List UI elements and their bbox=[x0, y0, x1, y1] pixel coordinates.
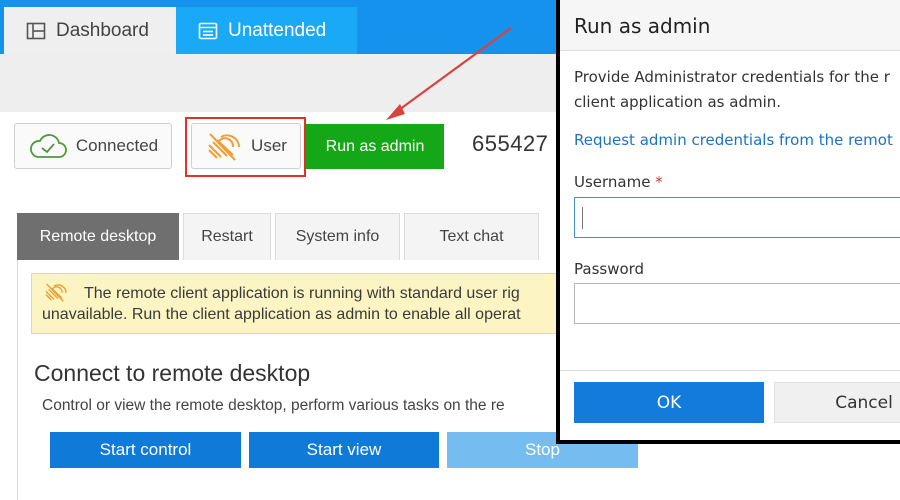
dashboard-icon bbox=[26, 22, 46, 39]
text-caret bbox=[582, 207, 583, 229]
nav-tab-label: Dashboard bbox=[56, 19, 149, 41]
password-label: Password bbox=[574, 260, 645, 278]
nav-tab-label: Unattended bbox=[228, 19, 327, 41]
nav-tab-dashboard[interactable]: Dashboard bbox=[4, 7, 176, 54]
warning-banner: The remote client application is running… bbox=[31, 273, 571, 334]
nav-tab-unattended[interactable]: Unattended bbox=[176, 7, 357, 54]
request-credentials-link[interactable]: Request admin credentials from the remot bbox=[574, 131, 893, 149]
dialog-description: Provide Administrator credentials for th… bbox=[574, 65, 900, 115]
dialog-title: Run as admin bbox=[574, 14, 711, 38]
start-view-button[interactable]: Start view bbox=[249, 432, 439, 468]
no-admin-icon bbox=[45, 283, 67, 302]
device-tabs: Remote desktop Restart System info Text … bbox=[17, 213, 539, 260]
dialog-description-line2: client application as admin. bbox=[574, 93, 782, 111]
app-window: Dashboard Unattended Connected User Run … bbox=[0, 0, 900, 500]
tab-text-chat[interactable]: Text chat bbox=[404, 213, 539, 260]
password-input[interactable] bbox=[574, 283, 900, 324]
username-label-text: Username bbox=[574, 173, 651, 191]
required-marker: * bbox=[655, 173, 663, 191]
warning-text-line1: The remote client application is running… bbox=[84, 285, 520, 302]
connection-status[interactable]: Connected bbox=[14, 123, 172, 169]
tab-remote-desktop[interactable]: Remote desktop bbox=[17, 213, 179, 260]
dialog-description-line1: Provide Administrator credentials for th… bbox=[574, 68, 890, 86]
ok-button[interactable]: OK bbox=[574, 382, 764, 423]
tab-system-info[interactable]: System info bbox=[275, 213, 400, 260]
cancel-button[interactable]: Cancel bbox=[774, 382, 900, 423]
start-control-button[interactable]: Start control bbox=[50, 432, 241, 468]
annotation-highlight-box bbox=[185, 117, 306, 177]
tab-restart[interactable]: Restart bbox=[183, 213, 271, 260]
cloud-check-icon bbox=[29, 134, 67, 158]
run-as-admin-dialog: Run as admin Provide Administrator crede… bbox=[556, 0, 900, 444]
dialog-header: Run as admin bbox=[560, 0, 900, 51]
unattended-icon bbox=[198, 22, 218, 39]
connection-status-label: Connected bbox=[75, 136, 159, 155]
section-description: Control or view the remote desktop, perf… bbox=[42, 397, 505, 414]
section-title: Connect to remote desktop bbox=[34, 360, 311, 386]
username-input[interactable] bbox=[574, 197, 900, 238]
client-id: 655427 bbox=[472, 131, 549, 156]
warning-text-line2: unavailable. Run the client application … bbox=[42, 306, 521, 323]
dialog-footer-divider bbox=[560, 370, 900, 371]
run-as-admin-button[interactable]: Run as admin bbox=[306, 124, 444, 169]
username-label: Username * bbox=[574, 173, 663, 191]
